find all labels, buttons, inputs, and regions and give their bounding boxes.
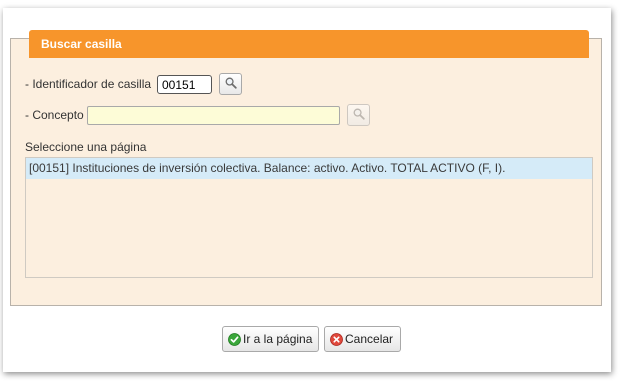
cancel-label: Cancelar xyxy=(345,332,394,346)
select-page-label: Seleccione una página xyxy=(25,140,147,154)
identifier-label: - Identificador de casilla xyxy=(25,77,152,91)
identifier-input[interactable] xyxy=(157,75,212,94)
cancel-circle-icon xyxy=(330,332,343,346)
page-results-list[interactable]: [00151] Instituciones de inversión colec… xyxy=(25,157,593,278)
dialog-title: Buscar casilla xyxy=(29,30,589,58)
identifier-search-button[interactable] xyxy=(219,73,242,95)
check-circle-icon xyxy=(228,332,241,346)
concept-input[interactable] xyxy=(87,106,340,125)
concept-label: - Concepto xyxy=(25,108,84,122)
concept-search-button[interactable] xyxy=(347,104,370,126)
magnifier-icon xyxy=(353,108,365,123)
go-to-page-button[interactable]: Ir a la página xyxy=(222,326,319,352)
go-to-page-label: Ir a la página xyxy=(243,332,313,346)
list-item[interactable]: [00151] Instituciones de inversión colec… xyxy=(26,158,592,179)
magnifier-icon xyxy=(225,77,237,92)
cancel-button[interactable]: Cancelar xyxy=(324,326,401,352)
